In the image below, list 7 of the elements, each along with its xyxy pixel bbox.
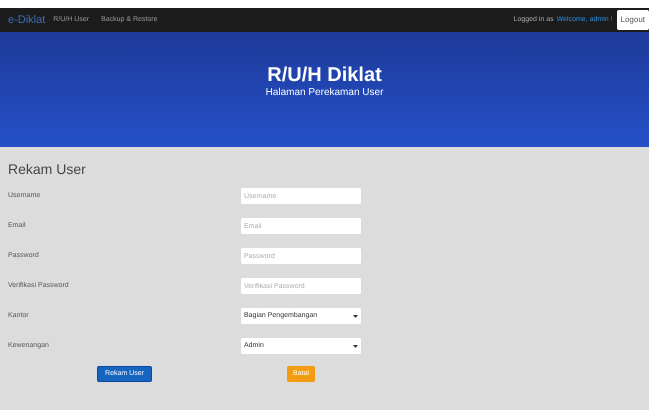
- form-title: Rekam User: [8, 160, 87, 178]
- caret-icon: [353, 344, 358, 348]
- logout-button[interactable]: Logout: [616, 10, 649, 30]
- banner-title: R/U/H Diklat: [267, 63, 382, 87]
- brand-link[interactable]: e-Diklat: [8, 12, 46, 28]
- caret-icon: [353, 314, 358, 318]
- banner-subtitle: Halaman Perekaman User: [266, 87, 384, 99]
